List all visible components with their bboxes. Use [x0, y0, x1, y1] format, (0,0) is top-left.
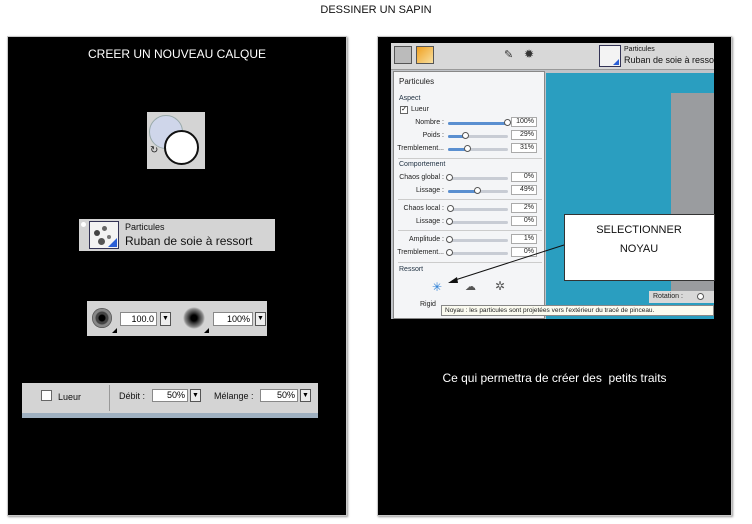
corner-mark-icon-2 — [204, 328, 209, 333]
brush-softness-icon — [183, 307, 205, 329]
size-dropdown-button[interactable]: ▼ — [160, 312, 171, 326]
left-panel: CREER UN NOUVEAU CALQUE ↻ Particules Rub… — [7, 36, 347, 516]
swap-arrow-icon: ↻ — [150, 145, 159, 156]
blend-dropdown-button[interactable]: ▼ — [300, 389, 311, 402]
size-opacity-bar: 100.0 ▼ 100% ▼ — [87, 301, 267, 336]
page-title: DESSINER UN SAPIN — [320, 4, 432, 16]
blend-label: Mélange : — [214, 391, 254, 401]
opacity-field[interactable]: 100% — [213, 312, 253, 326]
blend-field[interactable]: 50% — [260, 389, 298, 402]
flow-label: Débit : — [119, 391, 146, 401]
brush-name: Ruban de soie à ressort — [125, 234, 253, 248]
left-heading: CREER UN NOUVEAU CALQUE — [87, 47, 267, 61]
callout-arrow — [448, 244, 565, 283]
flow-field[interactable]: 50% — [152, 389, 188, 402]
new-layer-icon[interactable]: ↻ — [147, 112, 205, 169]
size-field[interactable]: 100.0 — [120, 312, 157, 326]
flow-dropdown-button[interactable]: ▼ — [190, 389, 201, 402]
glow-label: Lueur — [58, 392, 82, 402]
caption: Ce qui permettra de créer des petits tra… — [442, 371, 667, 385]
brush-toolbar: Lueur Débit : 50% ▼ Mélange : 50% ▼ — [22, 383, 318, 418]
divider — [109, 385, 110, 411]
brush-size-icon — [92, 308, 112, 328]
corner-mark-icon — [112, 328, 117, 333]
front-color-circle — [164, 130, 199, 165]
scroll-dot — [81, 222, 86, 227]
brush-selector[interactable]: Particules Ruban de soie à ressort — [79, 219, 275, 251]
right-panel: ✎ ✹ Particules Ruban de soie à ressort P… — [377, 36, 732, 516]
particles-brush-icon — [89, 221, 119, 249]
glow-checkbox[interactable] — [41, 390, 52, 401]
opacity-dropdown-button[interactable]: ▼ — [255, 312, 266, 326]
brush-category: Particules — [125, 222, 165, 232]
